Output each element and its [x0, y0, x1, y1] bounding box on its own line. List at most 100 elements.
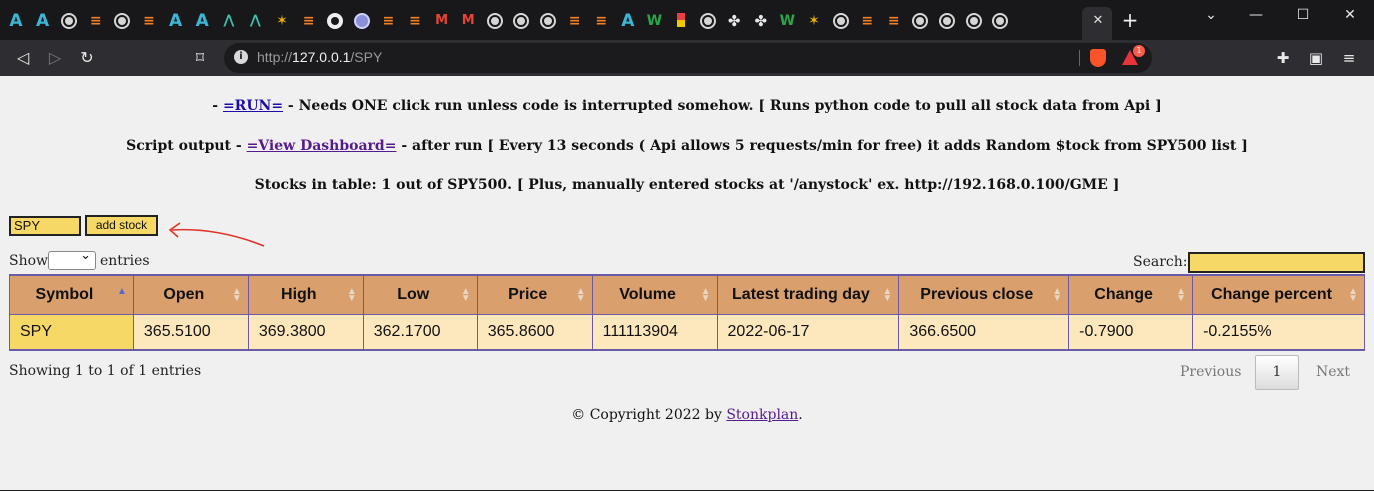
entries-select[interactable] — [48, 248, 96, 270]
stackoverflow-icon[interactable]: ≡ — [141, 13, 157, 29]
table-cell: 111113904 — [591, 313, 718, 351]
table-row: SPY 365.5100 369.3800 362.1700 365.8600 11111… — [9, 313, 1365, 351]
sort-icon: ▲ ▼ — [231, 286, 242, 304]
new-tab-icon[interactable]: + — [1120, 10, 1140, 30]
github-icon[interactable] — [327, 13, 344, 29]
menu-icon[interactable]: ≡ — [1340, 49, 1358, 67]
table-cell: SPY — [9, 313, 134, 351]
arweave-icon[interactable]: A — [8, 13, 24, 30]
sort-icon: ▲ — [117, 286, 127, 297]
wallet-icon[interactable]: ▣ — [1307, 49, 1325, 67]
gmail-icon[interactable]: M — [434, 13, 450, 29]
globe-icon[interactable] — [832, 13, 849, 29]
stocks-table: Symbol ▲ Open ▲ ▼ High ▲ ▼ Low ▲ ▼ Price ▲ ▼ Volume ▲ ▼ L… — [9, 274, 1365, 351]
clover-icon[interactable]: ✤ — [753, 13, 769, 29]
column-header[interactable]: Low ▲ ▼ — [362, 274, 478, 315]
page-1-button[interactable]: 1 — [1255, 355, 1299, 390]
table-cell: 365.5100 — [132, 313, 249, 351]
triangle-icon[interactable]: ⋀ — [221, 13, 237, 29]
stackoverflow-icon[interactable]: ≡ — [886, 13, 902, 29]
search-input[interactable] — [1188, 252, 1365, 273]
column-header[interactable]: High ▲ ▼ — [247, 274, 364, 315]
stackoverflow-icon[interactable]: ≡ — [567, 13, 583, 29]
sort-icon: ▲ ▼ — [882, 286, 893, 304]
window-close-icon[interactable]: ✕ — [1338, 5, 1362, 25]
page-content: - =RUN= - Needs ONE click run unless cod… — [0, 76, 1374, 490]
column-header[interactable]: Symbol ▲ — [9, 274, 134, 315]
column-header-label: Symbol — [35, 285, 94, 303]
stonkplan-link[interactable]: Stonkplan — [726, 407, 798, 423]
globe-icon[interactable] — [513, 13, 530, 29]
column-header[interactable]: Volume ▲ ▼ — [591, 274, 718, 315]
close-tab-icon[interactable]: ✕ — [1090, 13, 1106, 29]
dashboard-line: Script output - =View Dashboard= - after… — [0, 138, 1374, 154]
browser-toolbar: ◁ ▷ ↻ ⌑ i http://127.0.0.1/SPY 1 ✚ ▣ ≡ — [0, 40, 1374, 76]
globe-icon[interactable] — [912, 13, 929, 29]
column-header-label: Low — [397, 285, 430, 303]
stackoverflow-icon[interactable]: ≡ — [380, 13, 396, 29]
brave-shields-icon[interactable] — [1090, 49, 1106, 67]
table-cell: 365.8600 — [476, 313, 593, 351]
tab-strip: A A ≡ ≡ A A ⋀ ⋀ ✶ ≡ ≡ ≡ M M ≡ ≡ A W ✤ ✤ W ✶ ≡ ≡ ✕ + ⌄ — ☐ ✕ — [0, 0, 1374, 40]
table-header-row: Symbol ▲ Open ▲ ▼ High ▲ ▼ Low ▲ ▼ Price ▲ ▼ Volume ▲ ▼ L… — [9, 274, 1365, 315]
column-header[interactable]: Price ▲ ▼ — [476, 274, 593, 315]
w-icon[interactable]: W — [779, 13, 795, 29]
add-stock-button[interactable]: add stock — [85, 215, 158, 236]
back-icon[interactable]: ◁ — [14, 49, 32, 67]
stock-symbol-input[interactable]: SPY — [9, 216, 81, 236]
run-link[interactable]: =RUN= — [223, 98, 283, 114]
table-cell: 362.1700 — [362, 313, 478, 351]
stackoverflow-icon[interactable]: ≡ — [407, 13, 423, 29]
url-text[interactable]: http://127.0.0.1/SPY — [257, 49, 382, 65]
run-line: - =RUN= - Needs ONE click run unless cod… — [0, 98, 1374, 114]
run-line-text: - Needs ONE click run unless code is int… — [283, 98, 1162, 114]
maximize-icon[interactable]: ☐ — [1291, 5, 1315, 25]
bookmark-icon[interactable]: ⌑ — [191, 49, 209, 67]
next-button[interactable]: Next — [1316, 364, 1350, 380]
address-bar[interactable]: i http://127.0.0.1/SPY 1 — [224, 43, 1152, 73]
view-dashboard-link[interactable]: =View Dashboard= — [247, 138, 397, 154]
reload-icon[interactable]: ↻ — [78, 49, 96, 67]
globe-icon[interactable] — [939, 13, 955, 29]
globe-icon[interactable] — [992, 13, 1009, 29]
column-header[interactable]: Previous close ▲ ▼ — [898, 274, 1070, 315]
column-header[interactable]: Change percent ▲ ▼ — [1192, 274, 1365, 315]
stackoverflow-icon[interactable]: ≡ — [301, 13, 317, 29]
column-header[interactable]: Latest trading day ▲ ▼ — [716, 274, 900, 315]
stackoverflow-icon[interactable]: ≡ — [88, 13, 104, 29]
stocks-count-line: Stocks in table: 1 out of SPY500. [ Plus… — [254, 177, 1120, 193]
globe-icon[interactable] — [486, 13, 503, 29]
sort-icon: ▲ ▼ — [1176, 286, 1187, 304]
address-divider — [1079, 50, 1080, 66]
table-cell: -0.7900 — [1068, 313, 1194, 351]
globe-icon[interactable] — [965, 13, 982, 29]
column-header[interactable]: Change ▲ ▼ — [1068, 274, 1194, 315]
column-header-label: Volume — [619, 285, 676, 303]
site-info-icon[interactable]: i — [234, 50, 248, 64]
star-burst-icon[interactable]: ✶ — [806, 13, 822, 29]
arweave-icon[interactable]: A — [194, 13, 210, 30]
chevron-down-icon[interactable]: ⌄ — [1199, 5, 1223, 25]
stackoverflow-icon[interactable]: ≡ — [859, 13, 875, 29]
extensions-icon[interactable]: ✚ — [1274, 49, 1292, 67]
minimize-icon[interactable]: — — [1244, 5, 1268, 25]
arweave-icon[interactable]: A — [35, 13, 51, 30]
w-icon[interactable]: W — [646, 13, 662, 29]
orb-icon[interactable] — [353, 13, 370, 29]
stackoverflow-icon[interactable]: ≡ — [593, 13, 609, 29]
star-burst-icon[interactable]: ✶ — [274, 13, 290, 29]
globe-icon[interactable] — [540, 13, 556, 29]
previous-button[interactable]: Previous — [1180, 364, 1241, 380]
triangle-icon[interactable]: ⋀ — [247, 13, 263, 29]
show-label: Show — [9, 253, 49, 269]
globe-icon[interactable] — [699, 13, 716, 29]
clover-icon[interactable]: ✤ — [726, 13, 742, 29]
globe-icon[interactable] — [114, 13, 131, 29]
arweave-icon[interactable]: A — [168, 13, 184, 30]
flag-icon[interactable] — [677, 13, 685, 27]
arweave-icon[interactable]: A — [620, 13, 636, 30]
globe-icon[interactable] — [61, 13, 78, 29]
gmail-icon[interactable]: M — [460, 13, 476, 29]
forward-icon[interactable]: ▷ — [46, 49, 64, 67]
column-header[interactable]: Open ▲ ▼ — [132, 274, 249, 315]
